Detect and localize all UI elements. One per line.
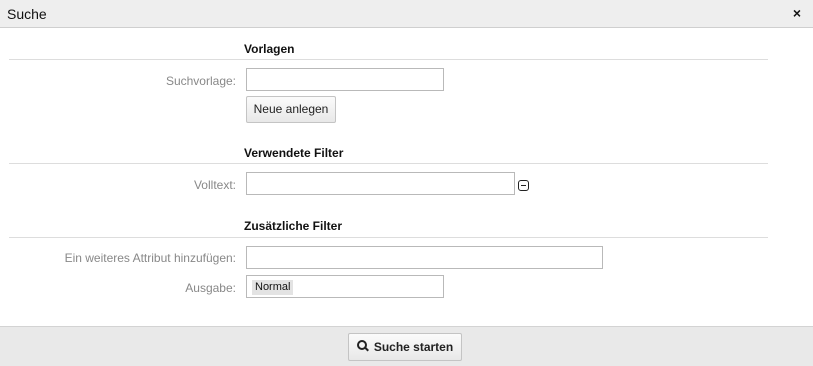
search-template-label: Suchvorlage:: [165, 74, 236, 88]
close-icon[interactable]: ×: [790, 6, 804, 20]
start-search-label: Suche starten: [373, 340, 454, 354]
dialog-title: Suche: [7, 6, 47, 22]
section-divider: [9, 237, 768, 238]
section-heading-templates: Vorlagen: [244, 42, 295, 56]
section-divider: [9, 59, 768, 60]
search-icon: [356, 340, 369, 352]
section-heading-used-filters: Verwendete Filter: [244, 146, 344, 160]
section-divider: [9, 163, 768, 164]
section-heading-additional-filters: Zusätzliche Filter: [244, 219, 343, 233]
fulltext-input[interactable]: [246, 172, 515, 195]
output-label: Ausgabe:: [185, 281, 236, 295]
search-template-input[interactable]: [246, 68, 444, 91]
dialog-titlebar: Suche ×: [0, 0, 813, 28]
output-selected-value[interactable]: Normal: [252, 280, 294, 295]
add-attribute-input[interactable]: [246, 246, 603, 269]
create-template-button[interactable]: Neue anlegen: [246, 96, 336, 123]
add-attribute-label: Ein weiteres Attribut hinzufügen:: [64, 251, 236, 265]
dialog-footer: Suche starten: [0, 326, 813, 366]
start-search-button[interactable]: Suche starten: [348, 333, 462, 361]
minus-square-icon[interactable]: [518, 180, 529, 191]
fulltext-label: Volltext:: [193, 178, 236, 192]
